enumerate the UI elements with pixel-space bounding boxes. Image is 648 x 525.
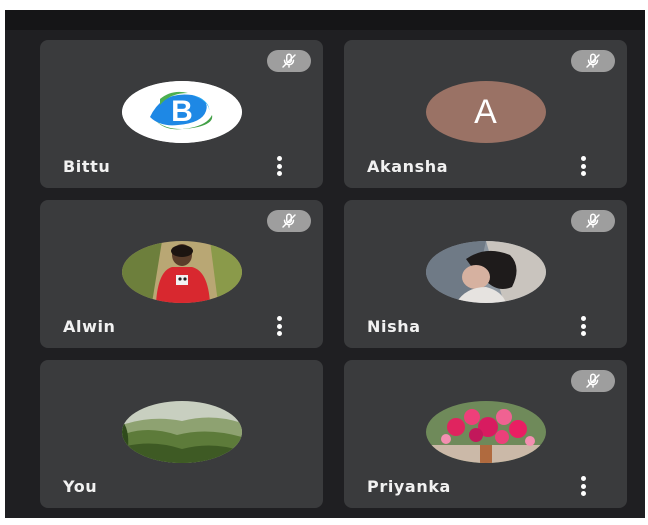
microphone-off-icon bbox=[267, 210, 311, 232]
avatar-letter: A bbox=[474, 92, 497, 131]
participant-name: Nisha bbox=[367, 317, 421, 336]
participant-tile-alwin[interactable]: Alwin bbox=[40, 200, 323, 348]
avatar-logo: B bbox=[121, 81, 242, 143]
participant-tile-you[interactable]: You bbox=[40, 360, 323, 508]
participant-tile-akansha[interactable]: A Akansha bbox=[344, 40, 627, 188]
microphone-off-icon bbox=[267, 50, 311, 72]
more-vertical-icon[interactable] bbox=[275, 156, 283, 176]
participant-name: Akansha bbox=[367, 157, 449, 176]
more-vertical-icon[interactable] bbox=[275, 316, 283, 336]
meeting-grid: B Bittu A Akansha Alwin Nisha You Priyan… bbox=[5, 10, 645, 518]
avatar-photo bbox=[121, 401, 242, 463]
microphone-off-icon bbox=[571, 50, 615, 72]
avatar-photo bbox=[425, 401, 546, 463]
participant-tile-bittu[interactable]: B Bittu bbox=[40, 40, 323, 188]
microphone-off-icon bbox=[571, 370, 615, 392]
participant-name: Bittu bbox=[63, 157, 111, 176]
svg-text:B: B bbox=[171, 95, 193, 128]
more-vertical-icon[interactable] bbox=[579, 476, 587, 496]
participant-name: You bbox=[63, 477, 98, 496]
more-vertical-icon[interactable] bbox=[579, 316, 587, 336]
participant-name: Priyanka bbox=[367, 477, 451, 496]
avatar-photo bbox=[425, 241, 546, 303]
participant-name: Alwin bbox=[63, 317, 116, 336]
avatar-photo bbox=[121, 241, 242, 303]
avatar-initial: A bbox=[425, 81, 546, 143]
participant-tile-nisha[interactable]: Nisha bbox=[344, 200, 627, 348]
more-vertical-icon[interactable] bbox=[579, 156, 587, 176]
participant-tile-priyanka[interactable]: Priyanka bbox=[344, 360, 627, 508]
microphone-off-icon bbox=[571, 210, 615, 232]
top-bar bbox=[5, 10, 645, 30]
